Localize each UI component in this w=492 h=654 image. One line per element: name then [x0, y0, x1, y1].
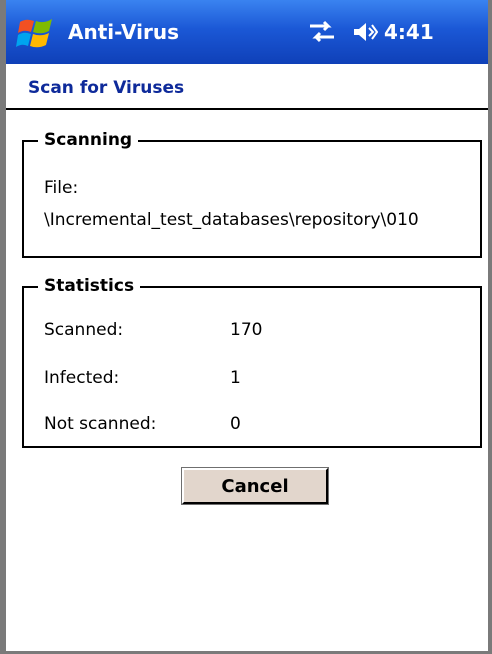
statistics-legend: Statistics: [38, 276, 141, 296]
status-icons: 4:41: [306, 20, 434, 44]
scanned-label: Scanned:: [44, 320, 124, 340]
connectivity-icon[interactable]: [306, 20, 338, 44]
not-scanned-value: 0: [230, 414, 241, 434]
volume-icon[interactable]: [352, 20, 378, 44]
scanned-value: 170: [230, 320, 263, 340]
infected-value: 1: [230, 368, 241, 388]
not-scanned-label: Not scanned:: [44, 414, 157, 434]
scanning-legend: Scanning: [38, 130, 139, 150]
infected-label: Infected:: [44, 368, 120, 388]
page-title: Scan for Viruses: [28, 78, 185, 98]
cancel-button[interactable]: Cancel: [181, 467, 329, 505]
device-screen: Anti-Virus 4:41 Scan for Viruses Scannin…: [0, 0, 492, 654]
file-path-value: \Incremental_test_databases\repository\0…: [44, 210, 419, 230]
app-title: Anti-Virus: [68, 20, 179, 44]
title-bar: Anti-Virus 4:41: [6, 0, 488, 64]
statistics-group: Statistics Scanned: 170 Infected: 1 Not …: [22, 276, 482, 448]
page-header: Scan for Viruses: [6, 64, 488, 110]
clock[interactable]: 4:41: [384, 20, 434, 44]
windows-flag-icon[interactable]: [16, 16, 58, 52]
scanning-group: Scanning File: \Incremental_test_databas…: [22, 130, 482, 258]
file-label: File:: [44, 178, 79, 198]
